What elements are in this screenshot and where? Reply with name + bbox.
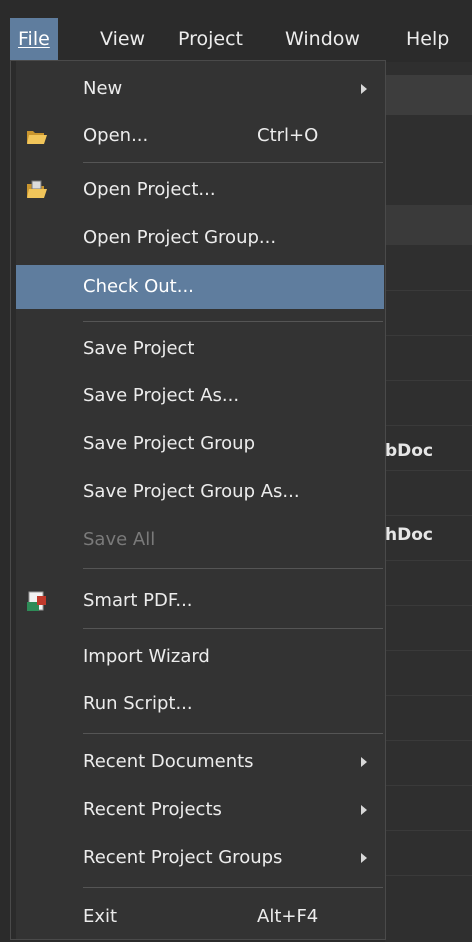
menu-item-label: Open... [83, 125, 149, 146]
background-divider [385, 515, 472, 516]
menu-item-label: Save Project Group [83, 433, 256, 454]
background-divider [385, 560, 472, 561]
smart-pdf-icon [26, 591, 48, 611]
menu-item-label: Recent Projects [83, 799, 222, 820]
menu-window[interactable]: Window [277, 18, 368, 60]
menu-item-label: Check Out... [83, 276, 194, 297]
menu-item-label: Save All [83, 529, 156, 550]
menu-separator [83, 321, 383, 322]
menu-item-label: Recent Documents [83, 751, 254, 772]
background-divider [385, 785, 472, 786]
menu-help[interactable]: Help [398, 18, 457, 60]
background-divider [385, 290, 472, 291]
background-doc-name[interactable]: hDoc [385, 525, 433, 545]
menu-item-shortcut: Ctrl+O [257, 125, 319, 146]
background-divider [385, 335, 472, 336]
background-toolbar [385, 75, 472, 115]
menu-item-label: Open Project Group... [83, 227, 277, 248]
background-divider [385, 605, 472, 606]
submenu-arrow-icon [361, 853, 367, 863]
menu-item-label: Save Project As... [83, 385, 240, 406]
menu-item-label: Recent Project Groups [83, 847, 283, 868]
menu-item-save-project[interactable]: Save Project [16, 327, 384, 371]
menu-file[interactable]: File [10, 18, 58, 60]
open-project-icon [26, 180, 48, 200]
menu-item-label: Save Project Group As... [83, 481, 300, 502]
file-menu: New Open... Ctrl+O Open Project... Open … [10, 60, 386, 940]
menu-item-save-all[interactable]: Save All [16, 518, 384, 562]
background-doc-name[interactable]: bDoc [385, 441, 433, 461]
menu-item-exit[interactable]: Exit Alt+F4 [16, 895, 384, 939]
menu-file-label: File [18, 28, 50, 50]
menu-item-shortcut: Alt+F4 [257, 906, 319, 927]
background-header [385, 205, 472, 245]
menu-item-save-project-group[interactable]: Save Project Group [16, 422, 384, 466]
menu-separator [83, 887, 383, 888]
menu-item-label: Smart PDF... [83, 590, 193, 611]
menu-item-save-project-as[interactable]: Save Project As... [16, 374, 384, 418]
background-divider [385, 470, 472, 471]
menu-separator [83, 568, 383, 569]
menu-project[interactable]: Project [170, 18, 251, 60]
submenu-arrow-icon [361, 757, 367, 767]
submenu-arrow-icon [361, 805, 367, 815]
menu-item-open[interactable]: Open... Ctrl+O [16, 114, 384, 158]
menu-item-save-project-group-as[interactable]: Save Project Group As... [16, 470, 384, 514]
background-divider [385, 380, 472, 381]
menu-item-import-wizard[interactable]: Import Wizard [16, 635, 384, 679]
background-divider [385, 740, 472, 741]
background-divider [385, 875, 472, 876]
menu-window-label: Window [285, 28, 360, 50]
menu-item-label: Open Project... [83, 179, 216, 200]
menu-item-check-out[interactable]: Check Out... [16, 265, 384, 309]
menu-view[interactable]: View [92, 18, 153, 60]
menu-item-label: Exit [83, 906, 118, 927]
menu-item-label: Run Script... [83, 693, 193, 714]
background-divider [385, 830, 472, 831]
menu-item-recent-project-groups[interactable]: Recent Project Groups [16, 836, 384, 880]
menu-project-label: Project [178, 28, 244, 50]
menu-item-label: Save Project [83, 338, 195, 359]
menu-item-open-project-group[interactable]: Open Project Group... [16, 216, 384, 260]
menu-item-recent-projects[interactable]: Recent Projects [16, 788, 384, 832]
menu-item-new[interactable]: New [16, 67, 384, 111]
background-divider [385, 650, 472, 651]
menu-item-recent-documents[interactable]: Recent Documents [16, 740, 384, 784]
menu-view-label: View [100, 28, 146, 50]
menu-item-run-script[interactable]: Run Script... [16, 682, 384, 726]
open-folder-icon [26, 126, 48, 146]
menu-item-smart-pdf[interactable]: Smart PDF... [16, 579, 384, 623]
menu-bar: File View Project Window Help [0, 0, 472, 62]
menu-help-label: Help [406, 28, 450, 50]
menu-separator [83, 628, 383, 629]
submenu-arrow-icon [361, 84, 367, 94]
background-divider [385, 695, 472, 696]
menu-item-label: New [83, 78, 123, 99]
background-panel [385, 62, 472, 942]
background-divider [385, 425, 472, 426]
menu-item-open-project[interactable]: Open Project... [16, 168, 384, 212]
menu-separator [83, 733, 383, 734]
menu-separator [83, 162, 383, 163]
menu-item-label: Import Wizard [83, 646, 210, 667]
